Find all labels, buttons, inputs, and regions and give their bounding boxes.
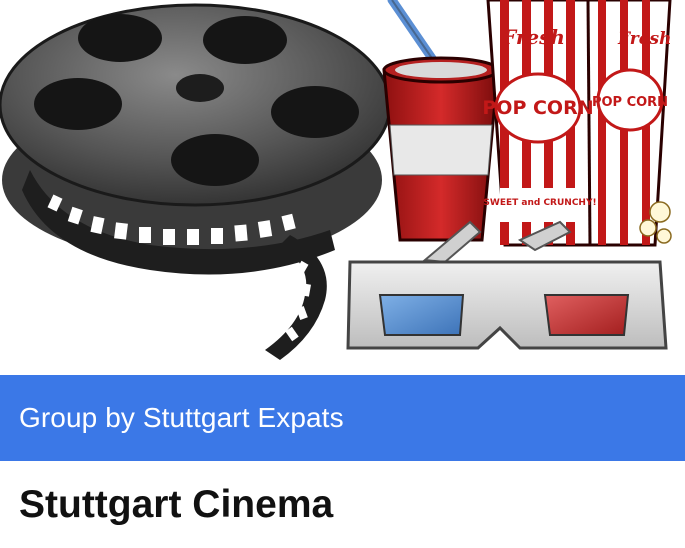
popcorn-tagline: SWEET and CRUNCHY! <box>483 198 596 208</box>
page-title: Stuttgart Cinema <box>19 483 334 526</box>
popcorn-label-main: POP CORN <box>482 97 593 119</box>
soda-cup-icon <box>382 0 500 242</box>
popcorn-label-main-side: POP CORN <box>592 95 668 110</box>
popcorn-label-top-side: Fresh <box>617 29 671 49</box>
film-reel-icon <box>0 3 392 360</box>
group-banner: Group by Stuttgart Expats <box>0 375 685 461</box>
cinema-illustration: Fresh Fresh POP CORN POP CORN SWEET and … <box>0 0 672 360</box>
cover-image: Fresh Fresh POP CORN POP CORN SWEET and … <box>0 0 685 375</box>
group-banner-text: Group by Stuttgart Expats <box>19 402 344 433</box>
popcorn-label-top: Fresh <box>501 25 565 49</box>
popcorn-box-icon: Fresh Fresh POP CORN POP CORN SWEET and … <box>482 0 672 247</box>
